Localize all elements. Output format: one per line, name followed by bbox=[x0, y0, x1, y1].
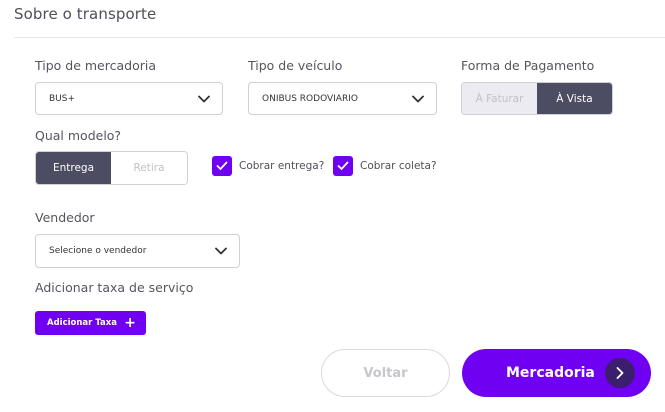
vehicle-type-select[interactable]: ONIBUS RODOVIARIO bbox=[248, 82, 437, 115]
checkbox-checked-icon bbox=[333, 156, 353, 176]
model-option-pickup[interactable]: Retira bbox=[111, 152, 187, 184]
section-divider bbox=[14, 37, 665, 38]
seller-select[interactable]: Selecione o vendedor bbox=[35, 234, 240, 268]
next-button[interactable]: Mercadoria bbox=[462, 349, 651, 397]
plus-icon: + bbox=[124, 315, 136, 331]
service-fee-label: Adicionar taxa de serviço bbox=[35, 280, 194, 295]
cargo-type-select[interactable]: BUS+ bbox=[35, 82, 223, 115]
charge-delivery-checkbox[interactable]: Cobrar entrega? bbox=[212, 156, 324, 176]
seller-placeholder: Selecione o vendedor bbox=[49, 246, 147, 256]
section-title: Sobre o transporte bbox=[14, 5, 157, 23]
chevron-down-icon bbox=[198, 95, 210, 102]
payment-toggle[interactable]: À Faturar À Vista bbox=[461, 82, 613, 115]
vehicle-type-label: Tipo de veículo bbox=[248, 58, 343, 73]
seller-label: Vendedor bbox=[35, 210, 95, 225]
cargo-type-label: Tipo de mercadoria bbox=[35, 58, 156, 73]
charge-pickup-label: Cobrar coleta? bbox=[360, 160, 437, 172]
payment-option-invoice[interactable]: À Faturar bbox=[462, 83, 537, 114]
chevron-down-icon bbox=[215, 247, 227, 255]
payment-label: Forma de Pagamento bbox=[461, 58, 595, 73]
model-label: Qual modelo? bbox=[35, 128, 122, 143]
back-button-label: Voltar bbox=[363, 365, 408, 381]
model-toggle[interactable]: Entrega Retira bbox=[35, 151, 188, 185]
chevron-right-icon bbox=[605, 358, 635, 388]
cargo-type-value: BUS+ bbox=[49, 93, 76, 104]
add-fee-button-label: Adicionar Taxa bbox=[47, 318, 117, 328]
charge-delivery-label: Cobrar entrega? bbox=[239, 160, 325, 172]
vehicle-type-value: ONIBUS RODOVIARIO bbox=[262, 93, 358, 104]
model-option-delivery[interactable]: Entrega bbox=[36, 152, 111, 184]
back-button[interactable]: Voltar bbox=[321, 349, 450, 397]
payment-option-cash[interactable]: À Vista bbox=[537, 83, 612, 114]
charge-pickup-checkbox[interactable]: Cobrar coleta? bbox=[333, 156, 437, 176]
add-fee-button[interactable]: Adicionar Taxa + bbox=[35, 311, 146, 335]
checkbox-checked-icon bbox=[212, 156, 232, 176]
next-button-label: Mercadoria bbox=[506, 365, 595, 381]
chevron-down-icon bbox=[412, 95, 424, 102]
